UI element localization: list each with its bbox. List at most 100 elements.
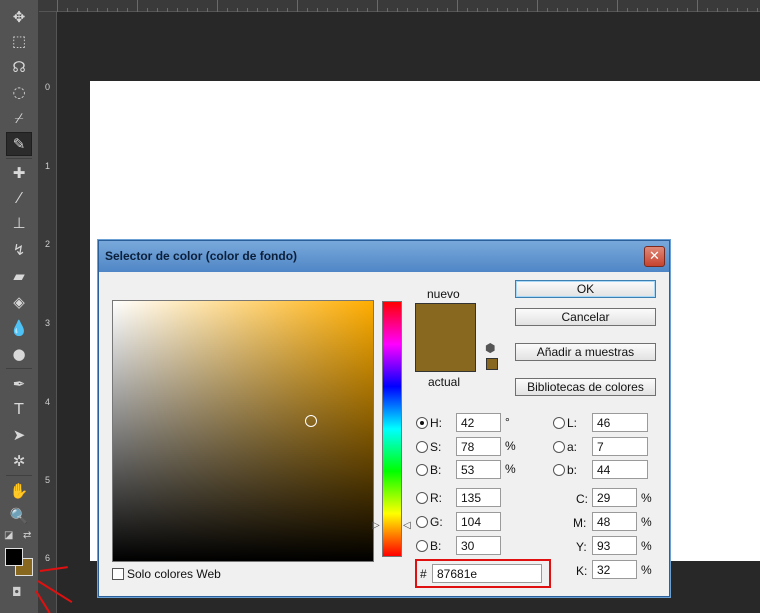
dodge-tool-icon[interactable]: ● bbox=[6, 342, 32, 366]
ok-button[interactable]: OK bbox=[515, 280, 656, 298]
b-channel-radio[interactable] bbox=[553, 464, 565, 476]
ruler-tick bbox=[737, 8, 738, 12]
green-label: G: bbox=[430, 515, 443, 529]
ruler-tick bbox=[457, 0, 458, 12]
hand-tool-icon[interactable]: ✋ bbox=[6, 479, 32, 503]
ruler-number: 2 bbox=[45, 239, 51, 249]
hue-radio[interactable] bbox=[416, 417, 428, 429]
slider-right-arrow-icon[interactable]: ◁ bbox=[403, 520, 411, 531]
ruler-tick bbox=[627, 8, 628, 12]
history-brush-tool-icon[interactable]: ↯ bbox=[6, 238, 32, 262]
ruler-tick bbox=[387, 8, 388, 12]
ruler-tick bbox=[337, 8, 338, 12]
ruler-tick bbox=[87, 8, 88, 12]
quick-mask-icon[interactable]: ◘ bbox=[12, 585, 22, 599]
ruler-tick bbox=[127, 8, 128, 12]
saturation-label: S: bbox=[430, 440, 442, 454]
zoom-tool-icon[interactable]: 🔍 bbox=[6, 504, 32, 528]
ruler-tick bbox=[347, 8, 348, 12]
ruler-tick bbox=[467, 8, 468, 12]
red-input[interactable]: 135 bbox=[456, 488, 501, 507]
blue-input[interactable]: 30 bbox=[456, 536, 501, 555]
saturation-input[interactable]: 78 bbox=[456, 437, 501, 456]
black-label: K: bbox=[576, 564, 588, 578]
ruler-tick bbox=[427, 8, 428, 12]
slider-left-arrow-icon[interactable]: ▷ bbox=[372, 520, 380, 531]
ruler-number: 1 bbox=[45, 161, 51, 171]
lightness-input[interactable]: 46 bbox=[592, 413, 648, 432]
path-select-tool-icon[interactable]: ➤ bbox=[6, 423, 32, 447]
ruler-tick bbox=[57, 0, 58, 12]
close-icon[interactable]: ✕ bbox=[644, 246, 665, 267]
current-color-swatch[interactable] bbox=[415, 340, 476, 372]
quick-select-tool-icon[interactable]: ◌ bbox=[6, 80, 32, 104]
cancel-button[interactable]: Cancelar bbox=[515, 308, 656, 326]
b-channel-label: b: bbox=[567, 463, 578, 477]
brightness-input[interactable]: 53 bbox=[456, 460, 501, 479]
black-input[interactable]: 32 bbox=[592, 560, 637, 579]
ruler-tick bbox=[597, 8, 598, 12]
gamut-cube-icon[interactable]: ⬢ bbox=[485, 341, 495, 355]
toolbar-divider bbox=[6, 158, 32, 159]
color-picker-circle[interactable] bbox=[305, 415, 317, 427]
crop-tool-icon[interactable]: ⌿ bbox=[6, 106, 32, 130]
ruler-tick bbox=[697, 0, 698, 12]
marquee-tool-icon[interactable]: ⬚ bbox=[6, 29, 32, 53]
ruler-number: 5 bbox=[45, 475, 51, 485]
magenta-input[interactable]: 48 bbox=[592, 512, 637, 531]
new-color-label: nuevo bbox=[427, 287, 460, 301]
ruler-number: 3 bbox=[45, 318, 51, 328]
web-safe-swatch-icon[interactable] bbox=[486, 358, 498, 370]
green-radio[interactable] bbox=[416, 516, 428, 528]
saturation-unit: % bbox=[505, 439, 516, 453]
cyan-input[interactable]: 29 bbox=[592, 488, 637, 507]
a-channel-radio[interactable] bbox=[553, 441, 565, 453]
ruler-tick bbox=[677, 8, 678, 12]
shape-tool-icon[interactable]: ✲ bbox=[6, 449, 32, 473]
stamp-tool-icon[interactable]: ⊥ bbox=[6, 211, 32, 235]
web-colors-checkbox[interactable] bbox=[112, 568, 124, 580]
ruler-tick bbox=[717, 8, 718, 12]
hue-slider[interactable] bbox=[382, 301, 402, 557]
color-picker-dialog: Selector de color (color de fondo) ✕ ▷ ◁… bbox=[98, 240, 670, 597]
saturation-radio[interactable] bbox=[416, 441, 428, 453]
red-radio[interactable] bbox=[416, 492, 428, 504]
top-ruler bbox=[39, 0, 760, 12]
default-colors-icon[interactable]: ◪ bbox=[4, 530, 13, 541]
ruler-tick bbox=[657, 8, 658, 12]
brush-tool-icon[interactable]: ⁄ bbox=[6, 186, 32, 210]
blue-radio[interactable] bbox=[416, 540, 428, 552]
move-tool-icon[interactable]: ✥ bbox=[6, 5, 32, 29]
type-tool-icon[interactable]: T bbox=[6, 397, 32, 421]
pen-tool-icon[interactable]: ✒ bbox=[6, 372, 32, 396]
b-channel-input[interactable]: 44 bbox=[592, 460, 648, 479]
lightness-radio[interactable] bbox=[553, 417, 565, 429]
green-input[interactable]: 104 bbox=[456, 512, 501, 531]
add-to-swatches-button[interactable]: Añadir a muestras bbox=[515, 343, 656, 361]
ruler-tick bbox=[327, 8, 328, 12]
saturation-brightness-field[interactable] bbox=[112, 300, 374, 562]
dialog-titlebar[interactable]: Selector de color (color de fondo) ✕ bbox=[99, 241, 669, 272]
a-channel-label: a: bbox=[567, 440, 578, 454]
hue-input[interactable]: 42 bbox=[456, 413, 501, 432]
ruler-tick bbox=[237, 8, 238, 12]
healing-tool-icon[interactable]: ✚ bbox=[6, 161, 32, 185]
a-channel-input[interactable]: 7 bbox=[592, 437, 648, 456]
yellow-input[interactable]: 93 bbox=[592, 536, 637, 555]
blur-tool-icon[interactable]: 💧 bbox=[6, 316, 32, 340]
eraser-tool-icon[interactable]: ▰ bbox=[6, 264, 32, 288]
ruler-tick bbox=[437, 8, 438, 12]
swap-colors-icon[interactable]: ⇄ bbox=[23, 530, 31, 541]
lasso-tool-icon[interactable]: ☊ bbox=[6, 55, 32, 79]
yellow-label: Y: bbox=[576, 540, 587, 554]
ruler-number: 4 bbox=[45, 397, 51, 407]
foreground-color-swatch[interactable] bbox=[5, 548, 23, 566]
ruler-tick bbox=[137, 0, 138, 12]
bucket-tool-icon[interactable]: ◈ bbox=[6, 290, 32, 314]
brightness-radio[interactable] bbox=[416, 464, 428, 476]
eyedropper-tool-icon[interactable]: ✎ bbox=[6, 132, 32, 156]
ruler-tick bbox=[377, 0, 378, 12]
color-libraries-button[interactable]: Bibliotecas de colores bbox=[515, 378, 656, 396]
ruler-tick bbox=[637, 8, 638, 12]
ruler-tick bbox=[257, 8, 258, 12]
